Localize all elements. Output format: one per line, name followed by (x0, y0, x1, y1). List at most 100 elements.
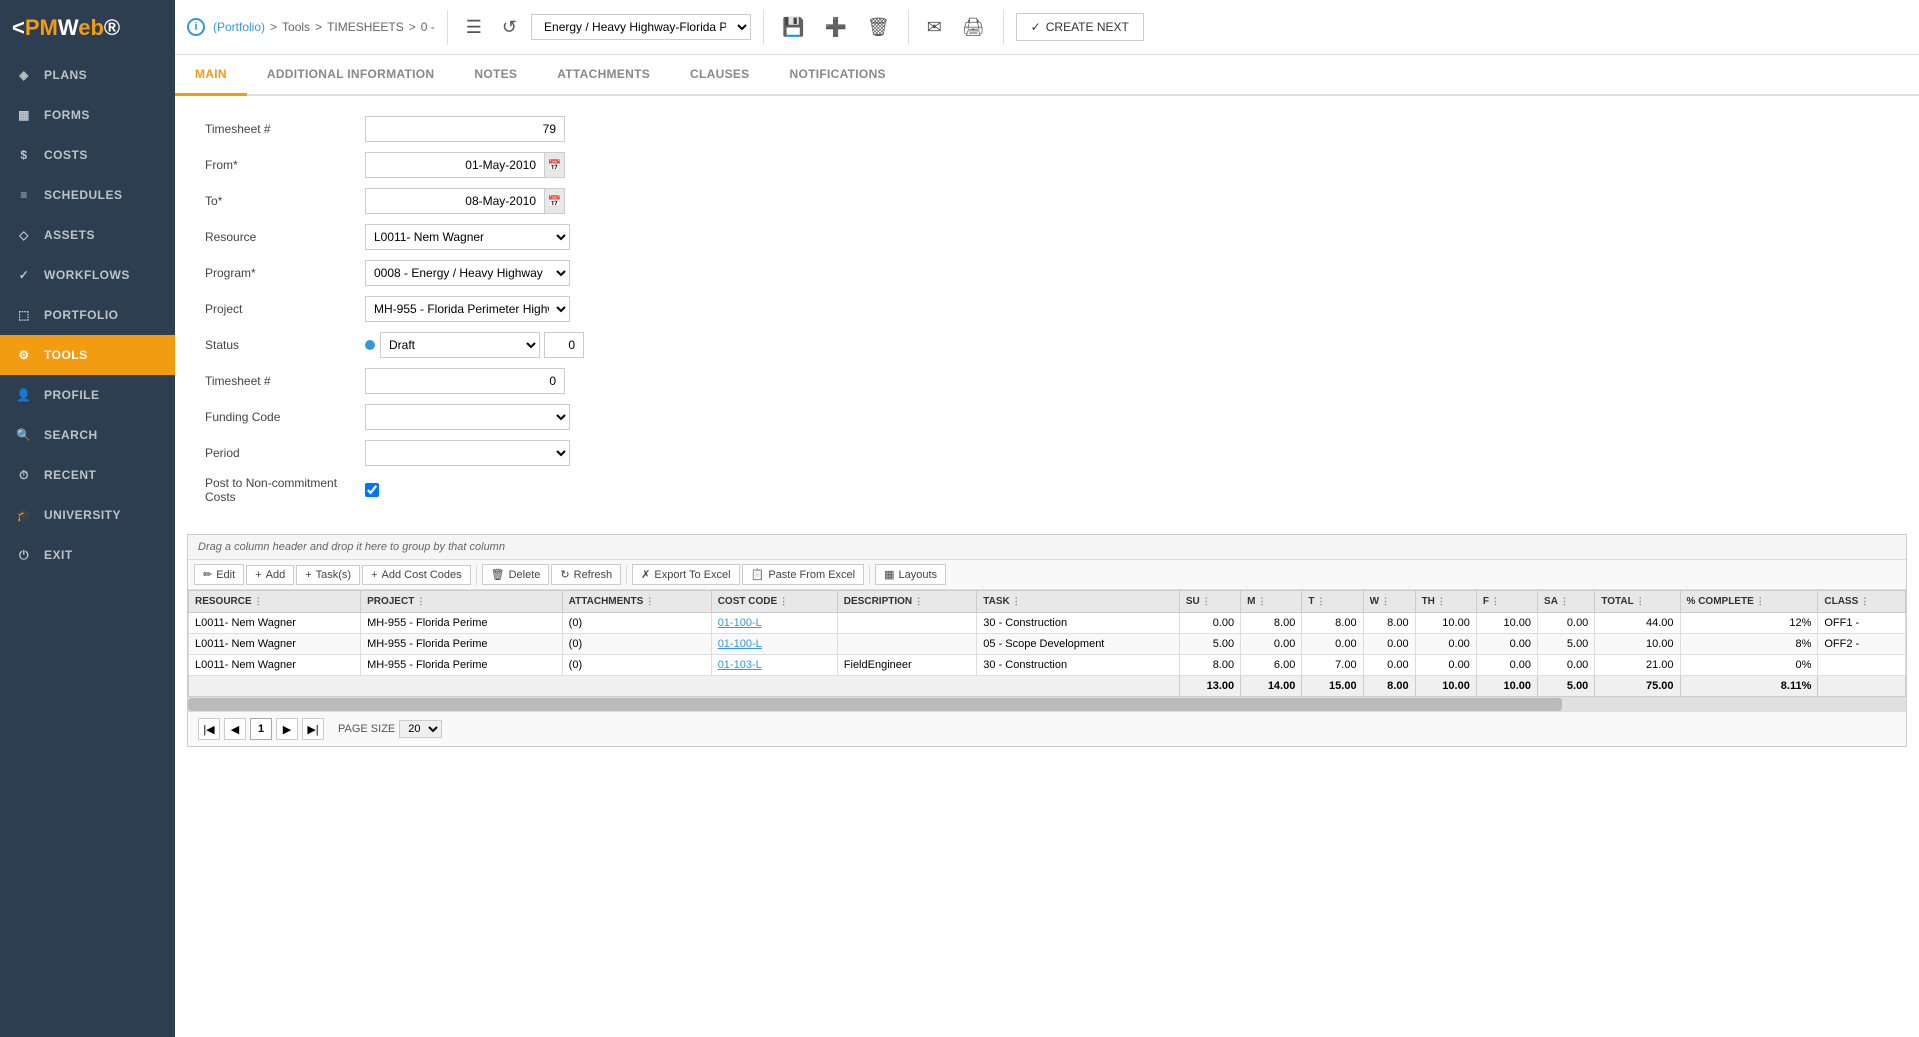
undo-button[interactable]: ↺ (496, 13, 523, 42)
create-next-button[interactable]: ✓ CREATE NEXT (1016, 13, 1144, 41)
cell-w: 8.00 (1363, 613, 1415, 634)
cell-class: OFF2 - (1818, 634, 1906, 655)
tab-notifications[interactable]: NOTIFICATIONS (770, 55, 906, 96)
edit-button[interactable]: ✏ Edit (194, 564, 244, 585)
refresh-icon: ↻ (560, 568, 569, 581)
sidebar-item-label: UNIVERSITY (44, 508, 121, 522)
layouts-button[interactable]: ▦ Layouts (875, 564, 946, 585)
post-checkbox[interactable] (365, 483, 379, 497)
cell-t: 7.00 (1302, 655, 1363, 676)
print-button[interactable]: 🖨 (956, 13, 991, 42)
grid-delete-button[interactable]: 🗑 Delete (482, 564, 550, 585)
last-page-button[interactable]: ▶| (302, 718, 324, 740)
refresh-button[interactable]: ↻ Refresh (551, 564, 621, 585)
logo-text: <PMWeb® (12, 15, 120, 41)
cell-pct: 12% (1680, 613, 1818, 634)
to-input[interactable] (365, 188, 545, 214)
cell-th: 0.00 (1415, 634, 1476, 655)
cell-w: 0.00 (1363, 634, 1415, 655)
to-calendar-icon[interactable]: 📅 (545, 188, 565, 214)
sidebar-item-costs[interactable]: $ COSTS (0, 135, 175, 175)
cell-resource: L0011- Nem Wagner (189, 655, 361, 676)
sidebar-item-exit[interactable]: ⏻ EXIT (0, 535, 175, 575)
cost-icon: + (371, 569, 377, 581)
footer-su: 13.00 (1179, 676, 1240, 697)
cell-cost-code[interactable]: 01-100-L (711, 613, 837, 634)
horizontal-scrollbar[interactable] (188, 697, 1906, 711)
sidebar-item-forms[interactable]: ▦ FORMS (0, 95, 175, 135)
sidebar-item-portfolio[interactable]: ⬚ PORTFOLIO (0, 295, 175, 335)
sidebar-item-profile[interactable]: 👤 PROFILE (0, 375, 175, 415)
create-next-label: CREATE NEXT (1046, 20, 1129, 34)
grid-sep (476, 565, 477, 585)
current-page-input[interactable] (250, 718, 272, 740)
resource-label: Resource (205, 230, 365, 244)
sidebar-item-search[interactable]: 🔍 SEARCH (0, 415, 175, 455)
resource-row: Resource L0011- Nem Wagner (205, 224, 1889, 250)
email-button[interactable]: ✉ (921, 13, 948, 42)
sidebar-item-schedules[interactable]: ≡ SCHEDULES (0, 175, 175, 215)
menu-button[interactable]: ☰ (460, 13, 488, 42)
save-button[interactable]: 💾 (776, 13, 810, 42)
status-num-input[interactable] (544, 332, 584, 358)
timesheet-input[interactable] (365, 116, 565, 142)
footer-total: 75.00 (1595, 676, 1680, 697)
sidebar-item-recent[interactable]: ⏱ RECENT (0, 455, 175, 495)
resource-select[interactable]: L0011- Nem Wagner (365, 224, 570, 250)
footer-pct: 8.11% (1680, 676, 1818, 697)
sidebar-item-assets[interactable]: ◇ ASSETS (0, 215, 175, 255)
grid-add-button[interactable]: + Add (246, 565, 294, 585)
period-select[interactable] (365, 440, 570, 466)
from-calendar-icon[interactable]: 📅 (545, 152, 565, 178)
search-icon: 🔍 (14, 425, 34, 445)
project-select[interactable]: MH-955 - Florida Perimeter Highway (365, 296, 570, 322)
sidebar-item-university[interactable]: 🎓 UNIVERSITY (0, 495, 175, 535)
sidebar-item-plans[interactable]: ◈ PLANS (0, 55, 175, 95)
footer-empty (189, 676, 1180, 697)
page-size-select[interactable]: 20 (399, 720, 442, 738)
cell-attachments: (0) (562, 634, 711, 655)
cell-th: 0.00 (1415, 655, 1476, 676)
cell-cost-code[interactable]: 01-100-L (711, 634, 837, 655)
paste-button[interactable]: 📋 Paste From Excel (742, 564, 865, 585)
tab-attachments[interactable]: ATTACHMENTS (537, 55, 670, 96)
tab-notes[interactable]: NOTES (454, 55, 537, 96)
tab-clauses[interactable]: CLAUSES (670, 55, 769, 96)
program-select[interactable]: Energy / Heavy Highway-Florida Perir (531, 14, 751, 40)
add-cost-button[interactable]: + Add Cost Codes (362, 565, 471, 585)
from-label: From* (205, 158, 365, 172)
sidebar-item-tools[interactable]: ⚙ TOOLS (0, 335, 175, 375)
funding-select[interactable] (365, 404, 570, 430)
schedules-icon: ≡ (14, 185, 34, 205)
program-field-select[interactable]: 0008 - Energy / Heavy Highway (365, 260, 570, 286)
timesheet2-input[interactable] (365, 368, 565, 394)
task-button[interactable]: + Task(s) (296, 565, 360, 585)
status-select[interactable]: Draft (380, 332, 540, 358)
tab-additional[interactable]: ADDITIONAL INFORMATION (247, 55, 454, 96)
info-icon[interactable]: i (187, 18, 205, 36)
tab-main[interactable]: MAIN (175, 55, 247, 96)
export-button[interactable]: ✗ Export To Excel (632, 564, 739, 585)
project-row: Project MH-955 - Florida Perimeter Highw… (205, 296, 1889, 322)
add-button[interactable]: ➕ (818, 13, 852, 42)
breadcrumb-portfolio[interactable]: (Portfolio) (213, 20, 265, 34)
col-th: TH⋮ (1415, 591, 1476, 613)
status-dot (365, 340, 375, 350)
table-row: L0011- Nem Wagner MH-955 - Florida Perim… (189, 613, 1906, 634)
sidebar-item-workflows[interactable]: ✓ WORKFLOWS (0, 255, 175, 295)
cell-task: 30 - Construction (977, 655, 1180, 676)
next-page-button[interactable]: ▶ (276, 718, 298, 740)
footer-class (1818, 676, 1906, 697)
cell-m: 8.00 (1241, 613, 1302, 634)
delete-button[interactable]: 🗑 (861, 13, 896, 42)
cell-t: 0.00 (1302, 634, 1363, 655)
col-sa: SA⋮ (1538, 591, 1595, 613)
col-class: CLASS⋮ (1818, 591, 1906, 613)
to-label: To* (205, 194, 365, 208)
prev-page-button[interactable]: ◀ (224, 718, 246, 740)
table-row: L0011- Nem Wagner MH-955 - Florida Perim… (189, 655, 1906, 676)
cell-cost-code[interactable]: 01-103-L (711, 655, 837, 676)
from-input[interactable] (365, 152, 545, 178)
sidebar-item-label: PROFILE (44, 388, 100, 402)
first-page-button[interactable]: |◀ (198, 718, 220, 740)
